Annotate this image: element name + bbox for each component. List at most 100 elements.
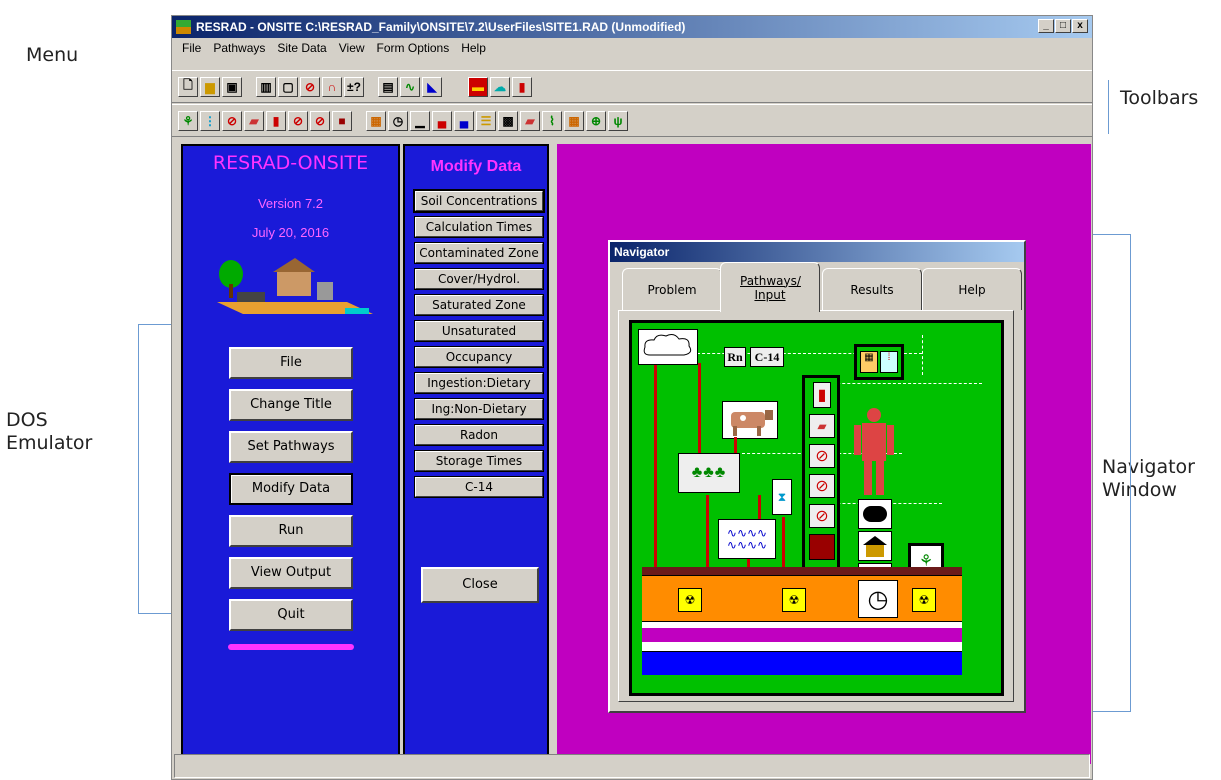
app-icon	[176, 20, 191, 34]
building-icon[interactable]: ▦	[366, 110, 386, 131]
fork-icon[interactable]: ψ	[608, 110, 628, 131]
no-pathway-icon[interactable]: ⊘	[300, 76, 320, 97]
clock-icon: ◷	[858, 580, 898, 618]
dos-emulator-panel: RESRAD-ONSITE Version 7.2 July 20, 2016 …	[181, 144, 400, 764]
menu-site-data[interactable]: Site Data	[273, 39, 334, 58]
grid-icon[interactable]: ▩	[498, 110, 518, 131]
status-bar	[174, 754, 1090, 778]
crate-icon[interactable]: ▦	[564, 110, 584, 131]
tab-pathways-input[interactable]: Pathways/ Input	[720, 262, 820, 312]
navigator-callout: Navigator Window	[1102, 456, 1195, 501]
minimize-button[interactable]: _	[1038, 19, 1054, 33]
meat-icon[interactable]: ▰	[244, 110, 264, 131]
water-waves-icon: ∿∿∿∿ ∿∿∿∿	[718, 519, 776, 559]
ingestion-column: ▮ ▰ ⊘ ⊘ ⊘	[802, 375, 840, 571]
toolbars-callout: Toolbars	[1120, 87, 1199, 109]
report-icon[interactable]: ▤	[378, 76, 398, 97]
modify-data-button[interactable]: Modify Data	[229, 473, 353, 505]
meat2-icon[interactable]: ▰	[520, 110, 540, 131]
arch-icon[interactable]: ∩	[322, 76, 342, 97]
clock-icon[interactable]: ◷	[388, 110, 408, 131]
ingestion-dietary-button[interactable]: Ingestion:Dietary	[414, 372, 544, 394]
new-file-icon[interactable]: 🗋	[178, 76, 198, 97]
window-icon[interactable]: ▢	[278, 76, 298, 97]
no-water-icon[interactable]: ⊘	[310, 110, 330, 131]
title-bar: RESRAD - ONSITE C:\RESRAD_Family\ONSITE\…	[172, 16, 1092, 38]
menu-file[interactable]: File	[178, 39, 209, 58]
cover-hydrol-button[interactable]: Cover/Hydrol.	[414, 268, 544, 290]
radon-button[interactable]: Radon	[414, 424, 544, 446]
tab-problem[interactable]: Problem	[622, 268, 722, 310]
window-title: RESRAD - ONSITE C:\RESRAD_Family\ONSITE\…	[196, 20, 686, 34]
occupancy-button[interactable]: Occupancy	[414, 346, 544, 368]
area-graph-icon[interactable]: ◣	[422, 76, 442, 97]
tab-help[interactable]: Help	[922, 268, 1022, 310]
saturated-layer	[642, 651, 962, 675]
magenta-bar	[228, 644, 354, 650]
modify-heading: Modify Data	[430, 158, 522, 175]
c14-label: C-14	[750, 347, 784, 367]
canister-icon[interactable]: ▮	[266, 110, 286, 131]
cloud-icon[interactable]: ☁	[490, 76, 510, 97]
saturated-zone-button[interactable]: Saturated Zone	[414, 294, 544, 316]
help-query-icon[interactable]: ±?	[344, 76, 364, 97]
contaminated-zone-button[interactable]: Contaminated Zone	[414, 242, 544, 264]
open-folder-icon[interactable]: ▆	[200, 76, 220, 97]
run-button[interactable]: Run	[229, 515, 353, 547]
storage-times-button[interactable]: Storage Times	[414, 450, 544, 472]
soil-icon[interactable]: ■	[332, 110, 352, 131]
line-graph-icon[interactable]: ∿	[400, 76, 420, 97]
layer4-icon[interactable]: ☰	[476, 110, 496, 131]
soil-concentrations-button[interactable]: Soil Concentrations	[413, 189, 545, 213]
set-pathways-button[interactable]: Set Pathways	[229, 431, 353, 463]
chart-icon[interactable]: ⌇	[542, 110, 562, 131]
cow-icon	[722, 401, 778, 439]
change-title-button[interactable]: Change Title	[229, 389, 353, 421]
layer1-icon[interactable]: ▁	[410, 110, 430, 131]
layer2-icon[interactable]: ▄	[432, 110, 452, 131]
building-icon: ▦	[860, 351, 878, 373]
quit-button[interactable]: Quit	[229, 599, 353, 631]
c14-button[interactable]: C-14	[414, 476, 544, 498]
menu-view[interactable]: View	[335, 39, 373, 58]
ing-non-dietary-button[interactable]: Ing:Non-Dietary	[414, 398, 544, 420]
maximize-button[interactable]: □	[1055, 19, 1071, 33]
no-water-icon: ⊘	[809, 504, 835, 528]
layers-icon[interactable]: ▬	[468, 76, 488, 97]
toolbar-pathways: ⚘ ⋮ ⊘ ▰ ▮ ⊘ ⊘ ■ ▦ ◷ ▁ ▄ ▄ ☰ ▩ ▰ ⌇ ▦ ⊕ ψ	[172, 104, 1092, 137]
tab-pathways-input-label: Pathways/ Input	[740, 273, 801, 302]
meat-icon: ▰	[809, 414, 835, 438]
pathways-icon[interactable]: ▥	[256, 76, 276, 97]
calculation-times-button[interactable]: Calculation Times	[414, 216, 544, 238]
plant-icon[interactable]: ⚘	[178, 110, 198, 131]
radiation-icon-1: ☢	[678, 588, 702, 612]
layer3-icon[interactable]: ▄	[454, 110, 474, 131]
no-eat-icon[interactable]: ⊘	[222, 110, 242, 131]
canister-icon: ▮	[813, 382, 831, 408]
no-fish-icon[interactable]: ⊘	[288, 110, 308, 131]
view-output-button[interactable]: View Output	[229, 557, 353, 589]
menu-pathways[interactable]: Pathways	[209, 39, 273, 58]
unsaturated-button[interactable]: Unsaturated	[414, 320, 544, 342]
contaminated-zone-layer: ☢ ☢ ◷ ☢	[642, 575, 962, 621]
close-button[interactable]: x	[1072, 19, 1088, 33]
radiation-icon-2: ☢	[782, 588, 806, 612]
person-icon	[854, 407, 894, 497]
menu-help[interactable]: Help	[457, 39, 494, 58]
water-icon[interactable]: ⋮	[200, 110, 220, 131]
close-modify-button[interactable]: Close	[421, 567, 539, 603]
version-label: Version 7.2	[257, 196, 324, 211]
globe-icon[interactable]: ⊕	[586, 110, 606, 131]
navigator-panel: Rn C-14 ▦ ⁞ ▮ ▰ ⊘ ⊘ ⊘ ⚘ ♣♣♣ ⧗ ∿∿∿∿ ∿∿∿∿ …	[618, 310, 1014, 702]
dust-icon: ⁞	[880, 351, 898, 373]
tab-results[interactable]: Results	[822, 268, 922, 310]
navigator-title: Navigator	[610, 242, 1024, 262]
door-icon[interactable]: ▮	[512, 76, 532, 97]
no-fish-icon: ⊘	[809, 474, 835, 498]
cover-layer	[642, 567, 962, 575]
menu-form-options[interactable]: Form Options	[373, 39, 458, 58]
menu-bar: File Pathways Site Data View Form Option…	[172, 39, 494, 58]
save-icon[interactable]: ▣	[222, 76, 242, 97]
toolbar-main: 🗋 ▆ ▣ ▥ ▢ ⊘ ∩ ±? ▤ ∿ ◣ ▬ ☁ ▮	[172, 70, 1092, 103]
file-button[interactable]: File	[229, 347, 353, 379]
